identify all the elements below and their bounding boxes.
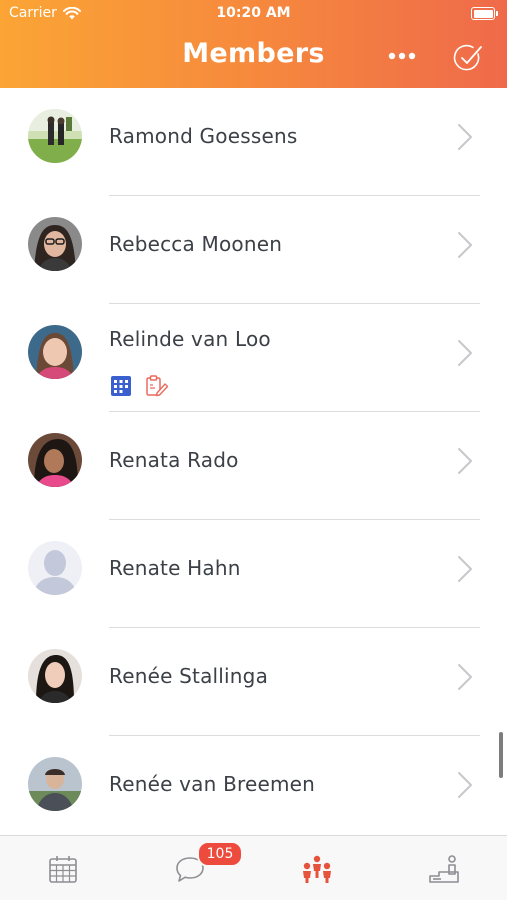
member-avatar	[28, 325, 82, 379]
battery-icon	[471, 7, 498, 20]
ellipsis-icon	[388, 52, 416, 60]
more-options-button[interactable]	[385, 42, 419, 70]
placeholder-person-icon	[28, 541, 82, 595]
calendar-icon	[49, 855, 77, 883]
unread-count-badge: 105	[197, 841, 243, 867]
member-name: Ramond Goessens	[109, 124, 298, 148]
clipboard-edit-icon	[146, 375, 169, 397]
status-bar: Carrier 10:20 AM	[0, 0, 507, 28]
tab-bar: 105	[0, 835, 507, 900]
member-name: Rebecca Moonen	[109, 232, 283, 256]
chevron-right-icon	[458, 124, 472, 150]
member-row[interactable]: Relinde van Loo	[0, 304, 507, 412]
members-screen: Carrier 10:20 AM Members Ramond Goessens…	[0, 0, 507, 900]
tab-stats[interactable]	[381, 836, 507, 900]
page-title: Members	[182, 38, 325, 69]
scroll-indicator[interactable]	[499, 732, 503, 778]
member-badges	[111, 375, 169, 397]
navigation-header: Carrier 10:20 AM Members	[0, 0, 507, 88]
member-avatar	[28, 109, 82, 163]
member-name: Renate Hahn	[109, 556, 241, 580]
member-name: Renée Stallinga	[109, 664, 269, 688]
chevron-right-icon	[458, 448, 472, 474]
chevron-right-icon	[458, 664, 472, 690]
calendar-grid-icon	[111, 376, 131, 396]
member-avatar	[28, 757, 82, 811]
status-time: 10:20 AM	[216, 5, 291, 21]
member-avatar	[28, 217, 82, 271]
chevron-right-icon	[458, 340, 472, 366]
done-button[interactable]	[450, 40, 486, 76]
member-name: Renata Rado	[109, 448, 239, 472]
member-avatar	[28, 649, 82, 703]
member-row[interactable]: Ramond Goessens	[0, 88, 507, 196]
member-row[interactable]: Renée van Breemen	[0, 736, 507, 835]
chevron-right-icon	[458, 556, 472, 582]
members-list[interactable]: Ramond Goessens Rebecca Moonen Relinde v…	[0, 88, 507, 835]
member-avatar	[28, 433, 82, 487]
member-row[interactable]: Rebecca Moonen	[0, 196, 507, 304]
checkmark-circle-icon	[453, 44, 482, 71]
chevron-right-icon	[458, 232, 472, 258]
member-row[interactable]: Renata Rado	[0, 412, 507, 520]
member-name: Relinde van Loo	[109, 327, 271, 351]
member-row[interactable]: Renée Stallinga	[0, 628, 507, 736]
podium-person-icon	[429, 854, 459, 883]
member-name: Renée van Breemen	[109, 772, 316, 796]
tab-calendar[interactable]	[0, 836, 126, 900]
chevron-right-icon	[458, 772, 472, 798]
tab-members[interactable]	[254, 836, 380, 900]
people-icon	[303, 855, 331, 883]
member-row[interactable]: Renate Hahn	[0, 520, 507, 628]
